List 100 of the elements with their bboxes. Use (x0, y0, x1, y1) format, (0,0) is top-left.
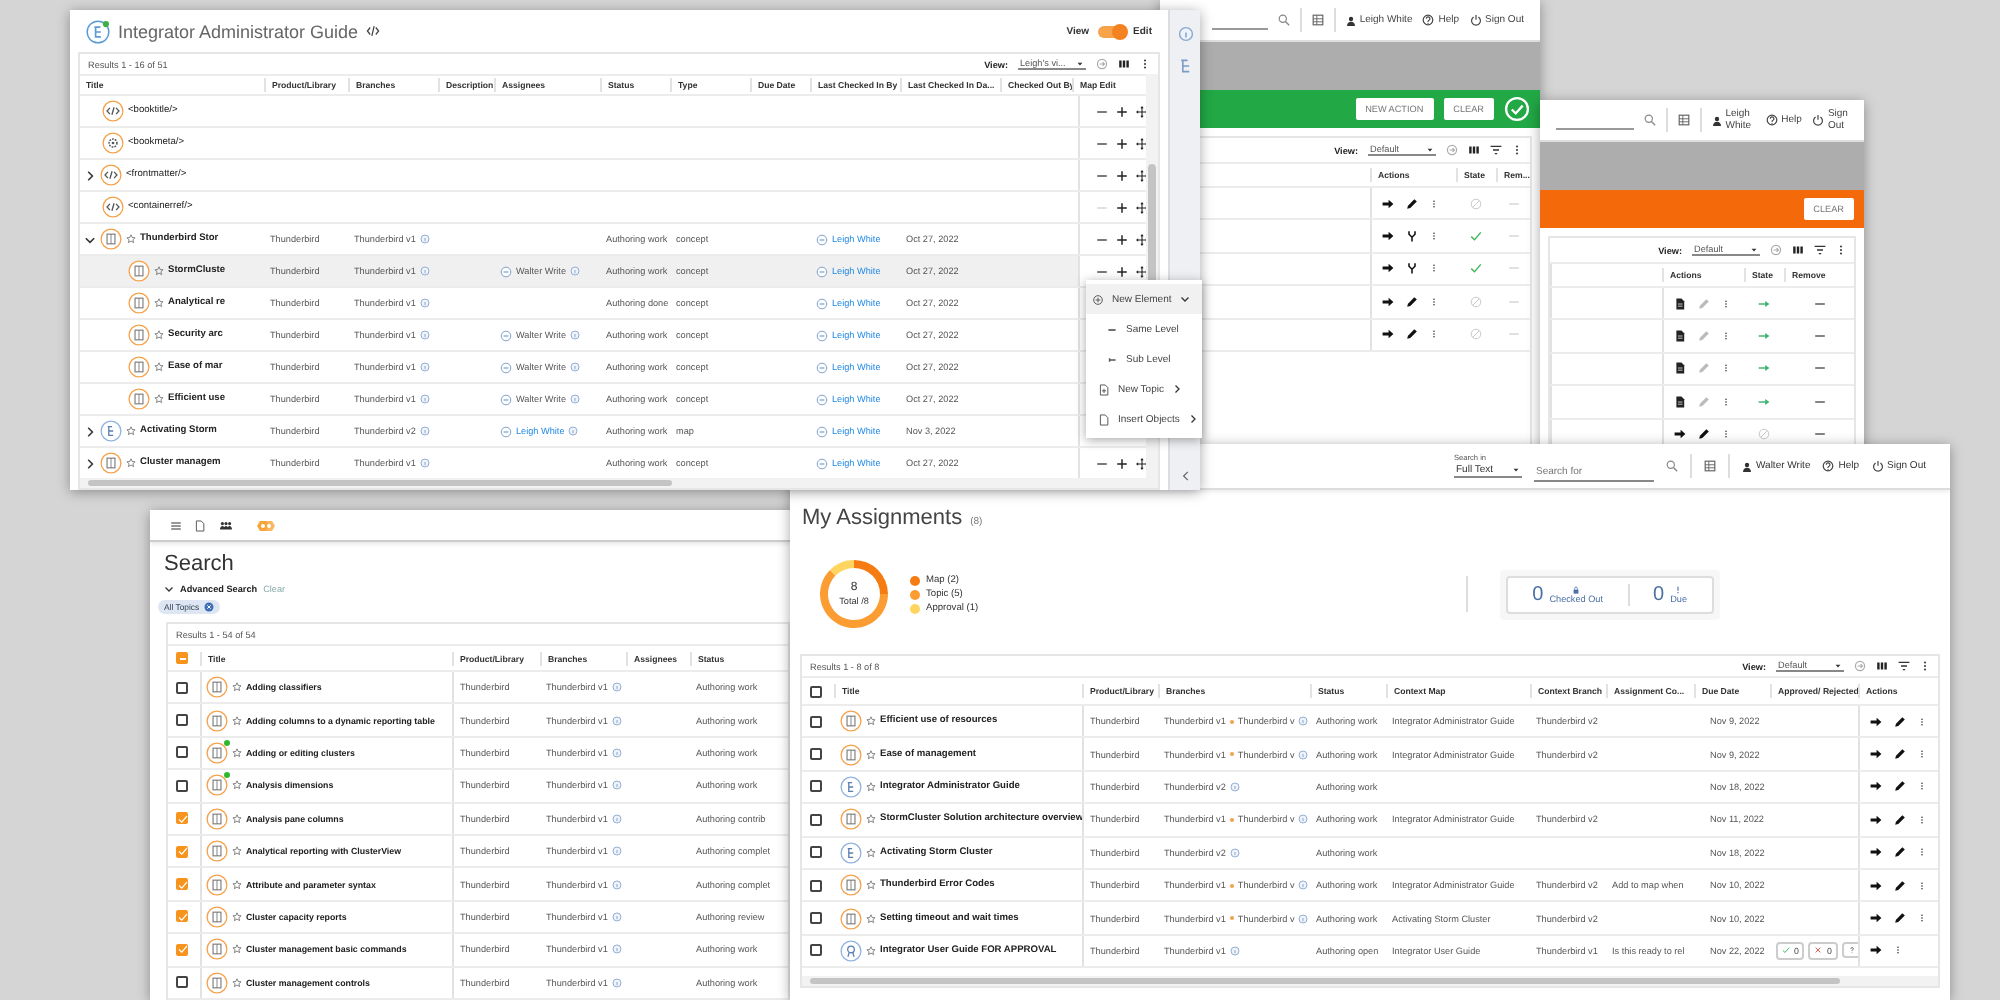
pencil-icon[interactable] (1698, 428, 1710, 441)
chevron-down-icon[interactable] (84, 233, 96, 245)
row-checkbox[interactable] (810, 846, 822, 859)
tree-icon[interactable] (1177, 58, 1193, 74)
remove-icon[interactable] (1096, 137, 1108, 149)
chevron-down-icon[interactable] (164, 584, 174, 594)
pencil-icon[interactable] (1894, 879, 1906, 892)
pencil-icon[interactable] (1894, 912, 1906, 925)
remove-icon[interactable] (1813, 330, 1825, 343)
columns-icon[interactable] (1792, 244, 1804, 256)
filter-icon[interactable] (1898, 660, 1910, 672)
move-icon[interactable] (1136, 201, 1146, 213)
pencil-icon[interactable] (1894, 813, 1906, 826)
pencil-icon[interactable] (1894, 780, 1906, 793)
star-icon[interactable] (232, 977, 242, 988)
star-icon[interactable] (232, 682, 242, 693)
arrow-icon[interactable] (1870, 912, 1882, 925)
star-icon[interactable] (866, 749, 876, 760)
arrow-icon[interactable] (1870, 879, 1882, 892)
star-icon[interactable] (232, 846, 242, 857)
row-checkbox[interactable] (176, 779, 188, 792)
remove-icon[interactable] (1096, 265, 1108, 277)
row-checkbox[interactable] (176, 910, 188, 923)
link-icon[interactable] (1096, 58, 1108, 70)
star-icon[interactable] (126, 458, 136, 468)
row-checkbox[interactable] (810, 813, 822, 826)
star-icon[interactable] (154, 330, 164, 340)
plus-icon[interactable] (1116, 105, 1128, 117)
columns-icon[interactable] (1118, 58, 1130, 70)
search-icon[interactable] (1666, 460, 1678, 472)
chevron-right-icon[interactable] (84, 169, 96, 181)
document-icon[interactable] (1674, 330, 1686, 343)
columns-icon[interactable] (1876, 660, 1888, 672)
star-icon[interactable] (126, 426, 136, 436)
columns-icon[interactable] (1468, 144, 1480, 156)
move-icon[interactable] (1136, 265, 1146, 277)
star-icon[interactable] (866, 913, 876, 924)
row-checkbox[interactable] (810, 944, 822, 957)
row-checkbox[interactable] (176, 943, 188, 956)
plus-icon[interactable] (1116, 137, 1128, 149)
star-icon[interactable] (154, 266, 164, 276)
star-icon[interactable] (866, 814, 876, 825)
plus-icon[interactable] (1116, 265, 1128, 277)
arrow-icon[interactable] (1382, 262, 1394, 275)
star-icon[interactable] (232, 780, 242, 791)
grid-icon[interactable] (1678, 114, 1691, 126)
arrow-icon[interactable] (1870, 944, 1882, 957)
remove-icon[interactable] (1096, 169, 1108, 181)
star-icon[interactable] (126, 234, 136, 244)
star-icon[interactable] (232, 879, 242, 890)
row-checkbox[interactable] (176, 746, 188, 759)
arrow-icon[interactable] (1870, 748, 1882, 761)
search-icon[interactable] (1277, 14, 1290, 26)
link-icon[interactable] (1770, 244, 1782, 256)
move-icon[interactable] (1136, 105, 1146, 117)
pencil-icon[interactable] (1894, 846, 1906, 859)
arrow-icon[interactable] (1870, 780, 1882, 793)
star-icon[interactable] (866, 880, 876, 891)
search-icon[interactable] (1644, 114, 1657, 126)
row-checkbox[interactable] (810, 748, 822, 761)
move-icon[interactable] (1136, 169, 1146, 181)
pencil-icon[interactable] (1406, 295, 1418, 308)
info-icon[interactable] (1177, 26, 1193, 42)
pencil-icon[interactable] (1406, 328, 1418, 341)
filter-icon[interactable] (1814, 244, 1826, 256)
row-checkbox[interactable] (810, 780, 822, 793)
row-checkbox[interactable] (176, 681, 188, 694)
row-checkbox[interactable] (810, 715, 822, 728)
row-checkbox[interactable] (176, 714, 188, 727)
document-icon[interactable] (1674, 395, 1686, 408)
close-icon[interactable] (203, 602, 214, 612)
pencil-icon[interactable] (1894, 748, 1906, 761)
row-checkbox[interactable] (810, 912, 822, 925)
arrow-icon[interactable] (1382, 295, 1394, 308)
horizontal-scrollbar[interactable] (80, 478, 1158, 488)
row-checkbox[interactable] (176, 812, 188, 825)
link-icon[interactable] (1854, 660, 1866, 672)
plus-icon[interactable] (1116, 169, 1128, 181)
star-icon[interactable] (154, 298, 164, 308)
star-icon[interactable] (154, 362, 164, 372)
chevron-right-icon[interactable] (84, 425, 96, 437)
move-icon[interactable] (1136, 457, 1146, 469)
arrow-icon[interactable] (1382, 197, 1394, 210)
edit-toggle[interactable] (1097, 25, 1126, 37)
document-icon[interactable] (1674, 362, 1686, 375)
row-checkbox[interactable] (810, 879, 822, 892)
plus-icon[interactable] (1116, 233, 1128, 245)
horizontal-scrollbar[interactable] (802, 976, 1938, 986)
select-all-checkbox[interactable] (176, 652, 188, 664)
grid-icon[interactable] (1704, 460, 1716, 472)
star-icon[interactable] (866, 716, 876, 727)
star-icon[interactable] (232, 715, 242, 726)
code-file-icon[interactable] (366, 24, 381, 38)
people-icon[interactable] (218, 519, 234, 531)
grid-icon[interactable] (1311, 14, 1324, 26)
fork-icon[interactable] (1406, 262, 1418, 275)
plus-icon[interactable] (1116, 201, 1128, 213)
star-icon[interactable] (232, 944, 242, 955)
document-icon[interactable] (1674, 297, 1686, 310)
plus-icon[interactable] (1116, 457, 1128, 469)
